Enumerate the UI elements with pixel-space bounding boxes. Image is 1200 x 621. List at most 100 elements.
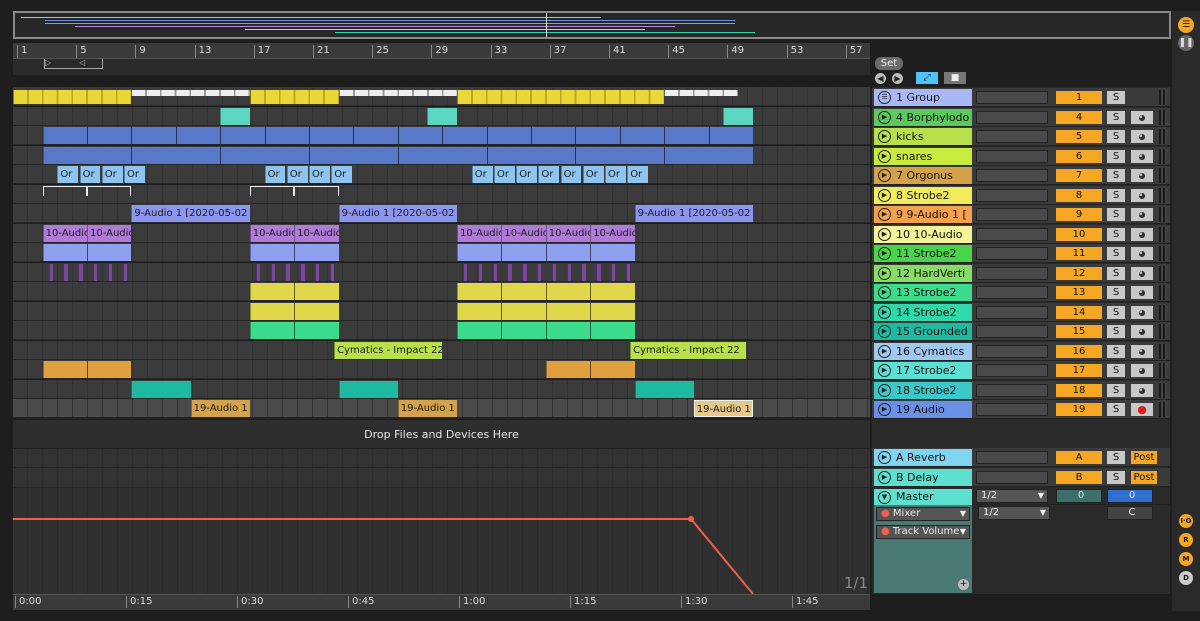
clip[interactable]: Or: [286, 166, 308, 183]
monitor-slot[interactable]: [976, 383, 1048, 397]
monitor-icon[interactable]: ◕: [1131, 383, 1153, 397]
track-number[interactable]: 7: [1056, 169, 1102, 182]
clip[interactable]: 10-Audio: [294, 224, 339, 242]
track-name[interactable]: ▶ 17 Strobe2: [874, 362, 972, 379]
monitor-slot[interactable]: [976, 208, 1048, 221]
track-name[interactable]: ▶ 13 Strobe2: [874, 284, 972, 301]
master-tempo-b[interactable]: 1/2 ▼: [978, 506, 1050, 520]
track-header-5[interactable]: ▶ 7 Orgonus 7 S ◕: [872, 166, 1170, 185]
monitor-slot[interactable]: [976, 325, 1048, 338]
clip[interactable]: [249, 90, 339, 104]
monitor-slot[interactable]: [976, 471, 1048, 484]
return-track-b[interactable]: ▶ B Delay B S Post: [872, 468, 1170, 487]
add-icon[interactable]: +: [958, 579, 969, 590]
solo-button[interactable]: S: [1107, 325, 1125, 338]
clip[interactable]: 19-Audio 1: [693, 400, 753, 417]
solo-button[interactable]: S: [1107, 266, 1125, 280]
clip[interactable]: [507, 263, 512, 281]
returns-toggle[interactable]: R: [1179, 533, 1193, 547]
monitor-icon[interactable]: ◕: [1131, 227, 1153, 241]
clip[interactable]: [131, 380, 191, 398]
track-lane-4[interactable]: [13, 145, 870, 165]
track-lane-7[interactable]: 9-Audio 1 [2020-05-02 2 9-Audio 1 [2020-0…: [13, 204, 870, 223]
clip[interactable]: Or: [538, 166, 560, 183]
clip[interactable]: [723, 107, 753, 125]
post-button[interactable]: Post: [1131, 471, 1157, 484]
clip[interactable]: [220, 107, 250, 125]
clip[interactable]: [13, 90, 132, 104]
automation-line[interactable]: [13, 518, 754, 594]
track-name[interactable]: ▶ 19 Audio: [874, 401, 972, 418]
clip[interactable]: Or: [516, 166, 537, 183]
track-lanes[interactable]: Or Or Or Or Or Or Or Or Or Or Or Or Or Or Or Or 9-Audio …: [13, 87, 870, 447]
track-header-13[interactable]: ▶ 15 Grounded 15 S ◕: [872, 322, 1170, 341]
monitor-slot[interactable]: [976, 247, 1048, 260]
post-button[interactable]: Post: [1131, 451, 1157, 464]
arrangement-overview[interactable]: [13, 11, 1171, 39]
monitor-slot[interactable]: [976, 130, 1048, 143]
track-number[interactable]: 8: [1056, 188, 1102, 202]
play-icon[interactable]: ▶: [878, 325, 891, 338]
return-letter[interactable]: B: [1056, 471, 1102, 484]
pause-icon[interactable]: ❚❚: [1178, 35, 1194, 51]
track-number[interactable]: 4: [1056, 110, 1102, 124]
clip[interactable]: Or: [264, 166, 286, 183]
device-chooser[interactable]: ● Mixer ▼: [876, 507, 970, 521]
play-icon[interactable]: ▶: [878, 383, 891, 397]
clip[interactable]: Or: [57, 166, 79, 183]
lock-icon[interactable]: ■: [944, 72, 966, 84]
track-number[interactable]: 9: [1056, 208, 1102, 221]
clip[interactable]: [492, 263, 497, 281]
clip[interactable]: [249, 185, 295, 196]
monitor-icon[interactable]: ◕: [1131, 247, 1153, 260]
clip[interactable]: 10-Audio: [590, 224, 635, 242]
clip[interactable]: Or: [309, 166, 330, 183]
clip[interactable]: [634, 380, 694, 398]
track-lane-1[interactable]: [13, 87, 870, 106]
clip[interactable]: [427, 107, 457, 125]
return-name[interactable]: ▶ A Reverb: [874, 449, 972, 466]
solo-button[interactable]: S: [1107, 305, 1125, 319]
clip[interactable]: 19-Audio 1: [397, 400, 457, 417]
play-icon[interactable]: ▶: [878, 403, 891, 416]
clip[interactable]: 10-Audio: [42, 224, 87, 242]
monitor-icon[interactable]: ◕: [1131, 364, 1153, 377]
track-lane-17[interactable]: 19-Audio 1 19-Audio 1 19-Audio 1: [13, 399, 870, 418]
track-header-3[interactable]: ▶ kicks 5 S ◕: [872, 127, 1170, 146]
record-arm-icon[interactable]: ●: [1131, 403, 1153, 416]
track-lane-9[interactable]: [13, 243, 870, 262]
solo-button[interactable]: S: [1107, 208, 1125, 221]
play-icon[interactable]: ▶: [878, 471, 891, 484]
monitor-slot[interactable]: [976, 110, 1048, 124]
clip[interactable]: [131, 90, 250, 96]
arrow-left-icon[interactable]: ◀: [875, 73, 886, 84]
drop-zone[interactable]: Drop Files and Devices Here: [13, 420, 870, 448]
monitor-slot[interactable]: [976, 305, 1048, 319]
monitor-slot[interactable]: [976, 149, 1048, 163]
track-header-17[interactable]: ▶ 19 Audio 19 S ●: [872, 400, 1170, 419]
clip[interactable]: 9-Audio 1 [2020-05-02 2: [131, 205, 250, 222]
track-header-8[interactable]: ▶ 10 10-Audio 10 S ◕: [872, 224, 1170, 244]
track-name[interactable]: ▶ 10 10-Audio: [874, 225, 972, 243]
play-icon[interactable]: ▶: [878, 305, 891, 319]
solo-button[interactable]: S: [1107, 169, 1125, 182]
loop-brace[interactable]: ▷ ◁: [44, 59, 103, 69]
clip[interactable]: [551, 263, 557, 281]
play-icon[interactable]: ▶: [878, 208, 891, 221]
time-ruler[interactable]: 0:00 0:15 0:30 0:45 1:00 1:15 1:30 1:45: [13, 594, 870, 610]
clip[interactable]: [536, 263, 542, 281]
solo-button[interactable]: S: [1107, 149, 1125, 163]
clip[interactable]: [300, 263, 305, 281]
play-icon[interactable]: ▶: [878, 344, 891, 358]
mixer-toggle[interactable]: M: [1179, 552, 1193, 566]
play-icon[interactable]: ▶: [878, 130, 891, 143]
clip[interactable]: 10-Audio: [545, 224, 591, 242]
clip[interactable]: Or: [582, 166, 604, 183]
clip[interactable]: 10-Audio: [87, 224, 132, 242]
clip[interactable]: Or: [494, 166, 515, 183]
track-lane-2[interactable]: [13, 106, 870, 126]
clip[interactable]: [270, 263, 275, 281]
monitor-slot[interactable]: [976, 344, 1048, 358]
monitor-icon[interactable]: ◕: [1131, 149, 1153, 163]
clip[interactable]: [338, 380, 398, 398]
